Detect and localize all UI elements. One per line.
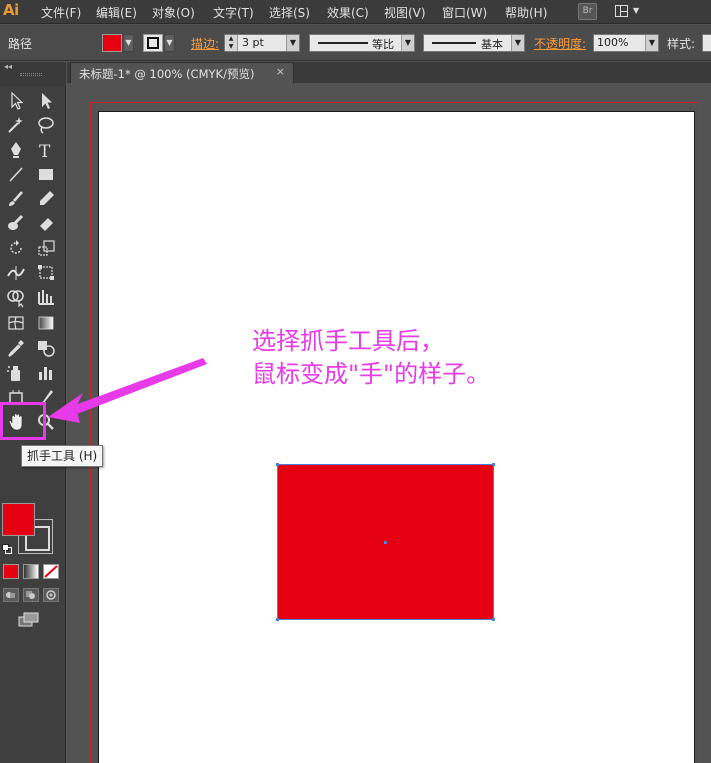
brush-line-icon: [432, 42, 476, 44]
blend-tool-icon[interactable]: [35, 337, 57, 359]
anchor-point[interactable]: [276, 618, 279, 621]
tools-panel-header[interactable]: ◂◂: [0, 62, 66, 86]
lasso-tool-icon[interactable]: [35, 114, 57, 136]
stroke-dropdown-arrow[interactable]: ▼: [164, 34, 175, 52]
draw-behind-button[interactable]: [23, 588, 39, 602]
screen-mode-icon[interactable]: [18, 612, 40, 628]
color-mode-button[interactable]: [3, 564, 19, 579]
menu-file[interactable]: 文件(F): [41, 4, 81, 21]
chevron-down-icon[interactable]: ▼: [645, 35, 658, 51]
hand-tool-highlight-box: [0, 402, 46, 440]
fill-dropdown-arrow[interactable]: ▼: [123, 34, 134, 52]
stepper-icon[interactable]: ▲ ▼: [225, 35, 238, 51]
brush-label: 基本: [481, 38, 503, 51]
svg-text:T: T: [39, 142, 51, 161]
document-tab-title[interactable]: 未标题-1* @ 100% (CMYK/预览): [79, 66, 254, 82]
scale-tool-icon[interactable]: [35, 237, 57, 259]
default-colors-icon[interactable]: [2, 544, 12, 554]
selection-type-label: 路径: [8, 37, 33, 51]
shape-builder-tool-icon[interactable]: [5, 286, 27, 308]
fill-color-swatch[interactable]: [102, 34, 122, 52]
panel-grip-icon[interactable]: [20, 73, 42, 76]
stroke-color-swatch[interactable]: [143, 34, 163, 52]
eraser-tool-icon[interactable]: [35, 212, 57, 234]
mesh-tool-icon[interactable]: [5, 312, 27, 334]
perspective-grid-tool-icon[interactable]: [35, 286, 57, 308]
line-segment-tool-icon[interactable]: [5, 163, 27, 185]
menu-object[interactable]: 对象(O): [152, 4, 195, 21]
menu-effect[interactable]: 效果(C): [327, 4, 369, 21]
width-tool-icon[interactable]: [5, 261, 27, 283]
rectangle-tool-icon[interactable]: [35, 163, 57, 185]
menu-view[interactable]: 视图(V): [384, 4, 426, 21]
pen-tool-icon[interactable]: [5, 139, 27, 161]
menu-edit[interactable]: 编辑(E): [96, 4, 137, 21]
menu-type[interactable]: 文字(T): [213, 4, 254, 21]
menu-select[interactable]: 选择(S): [269, 4, 310, 21]
stroke-label[interactable]: 描边:: [191, 35, 219, 52]
opacity-value[interactable]: 100%: [597, 36, 628, 49]
magic-wand-tool-icon[interactable]: [5, 114, 27, 136]
opacity-label[interactable]: 不透明度:: [534, 35, 586, 52]
menu-bar: Ai 文件(F) 编辑(E) 对象(O) 文字(T) 选择(S) 效果(C) 视…: [0, 0, 711, 24]
close-icon[interactable]: ×: [276, 65, 285, 78]
chevron-down-icon[interactable]: ▼: [286, 35, 299, 51]
chevron-down-icon: ▼: [633, 6, 640, 15]
annotation-line-1: 选择抓手工具后，: [252, 327, 444, 355]
menu-help[interactable]: 帮助(H): [505, 4, 547, 21]
free-transform-tool-icon[interactable]: [35, 261, 57, 283]
type-tool-icon[interactable]: T: [35, 139, 57, 162]
draw-normal-button[interactable]: [3, 588, 19, 602]
none-mode-button[interactable]: [43, 564, 59, 579]
direct-selection-tool-icon[interactable]: [35, 90, 57, 112]
draw-normal-icon: [6, 592, 15, 598]
draw-inside-button[interactable]: [43, 588, 59, 602]
column-graph-tool-icon[interactable]: [35, 362, 57, 384]
gradient-tool-icon[interactable]: [35, 312, 57, 334]
artboard[interactable]: [98, 111, 695, 763]
anchor-point[interactable]: [276, 463, 279, 466]
profile-line-icon: [318, 42, 368, 44]
workspace-layout-icon: [615, 5, 628, 17]
paintbrush-tool-icon[interactable]: [5, 188, 27, 210]
control-bar: 路径 ▼ ▼ 描边: ▲ ▼ 3 pt ▼ 等比 ▼ 基本 ▼ 不透明度: 100…: [0, 25, 711, 61]
bridge-button[interactable]: Br: [578, 3, 597, 20]
pencil-tool-icon[interactable]: [35, 188, 57, 210]
anchor-point[interactable]: [492, 618, 495, 621]
stroke-square-icon: [147, 37, 159, 49]
anchor-point[interactable]: [492, 463, 495, 466]
stroke-weight-field[interactable]: ▲ ▼ 3 pt ▼: [224, 34, 300, 52]
fill-color-box[interactable]: [2, 503, 35, 536]
canvas-area[interactable]: [67, 84, 711, 763]
menu-window[interactable]: 窗口(W): [442, 4, 487, 21]
gradient-mode-button[interactable]: [23, 564, 39, 579]
graphic-style-select[interactable]: [702, 34, 711, 52]
eyedropper-tool-icon[interactable]: [5, 337, 27, 359]
style-label: 样式:: [667, 37, 696, 51]
app-logo: Ai: [3, 1, 19, 19]
document-tab[interactable]: 未标题-1* @ 100% (CMYK/预览) ×: [70, 62, 294, 83]
brush-definition-select[interactable]: 基本 ▼: [423, 34, 525, 52]
opacity-field[interactable]: 100% ▼: [593, 34, 659, 52]
annotation-line-2: 鼠标变成"手"的样子。: [252, 360, 491, 388]
blob-brush-tool-icon[interactable]: [5, 212, 27, 234]
workspace-switcher-button[interactable]: ▼: [612, 3, 644, 20]
rotate-tool-icon[interactable]: [5, 237, 27, 259]
symbol-sprayer-tool-icon[interactable]: [5, 362, 27, 384]
chevron-down-icon[interactable]: ▼: [511, 35, 524, 51]
none-slash-icon: [44, 565, 58, 578]
red-rectangle[interactable]: [276, 463, 495, 621]
document-tab-bar: 未标题-1* @ 100% (CMYK/预览) ×: [67, 62, 711, 83]
profile-label: 等比: [372, 38, 394, 51]
hand-tool-tooltip: 抓手工具 (H): [21, 445, 104, 467]
center-point: [384, 541, 387, 544]
annotation-text: 选择抓手工具后， 鼠标变成"手"的样子。: [252, 325, 490, 391]
draw-inside-icon: [46, 590, 56, 600]
selection-tool-icon[interactable]: [5, 90, 27, 112]
variable-width-profile-select[interactable]: 等比 ▼: [309, 34, 415, 52]
collapse-icon[interactable]: ◂◂: [4, 62, 12, 71]
stroke-weight-value[interactable]: 3 pt: [242, 36, 264, 49]
chevron-down-icon[interactable]: ▼: [401, 35, 414, 51]
draw-behind-icon: [26, 591, 35, 599]
